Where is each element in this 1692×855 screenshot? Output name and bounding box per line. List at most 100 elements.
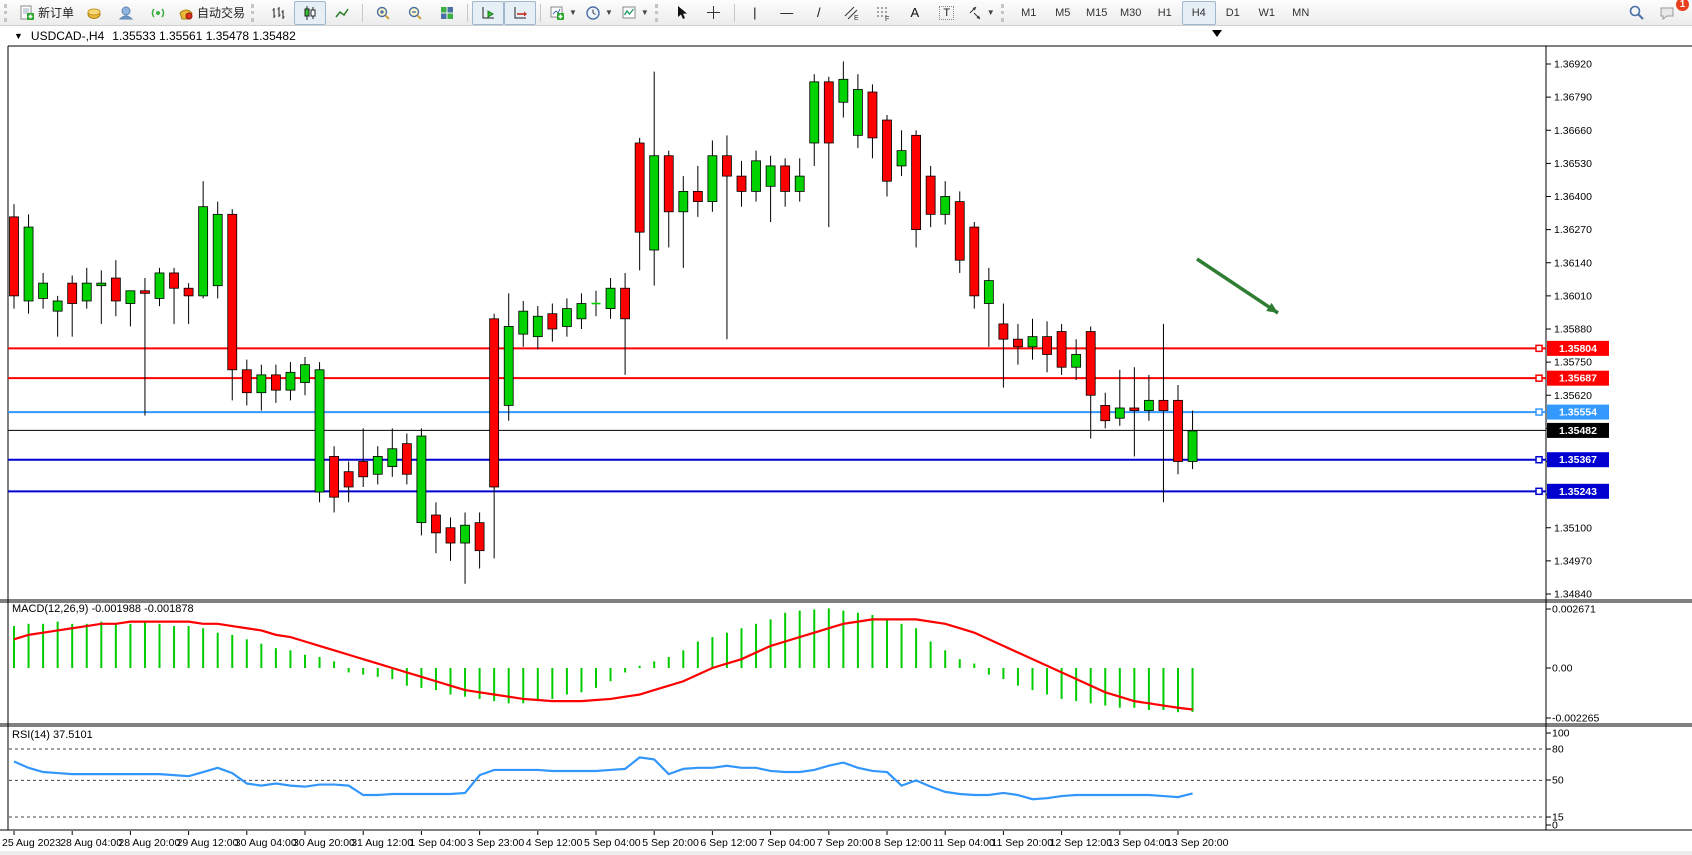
svg-text:1.35554: 1.35554 [1559,407,1597,419]
template-icon [621,5,637,21]
svg-text:1.34840: 1.34840 [1554,589,1592,601]
signals-icon [150,5,166,21]
svg-text:1.35687: 1.35687 [1559,373,1597,385]
candlestick-chart-button[interactable] [294,1,326,25]
chart-shift-button[interactable] [504,1,536,25]
toolbar-grip [655,4,663,22]
svg-text:31 Aug 12:00: 31 Aug 12:00 [351,837,413,849]
svg-text:5 Sep 20:00: 5 Sep 20:00 [642,837,699,849]
timeframe-m15[interactable]: M15 [1080,1,1114,25]
svg-text:50: 50 [1552,775,1564,787]
svg-text:1.36010: 1.36010 [1554,290,1592,302]
terminal-icon [118,5,134,21]
tile-windows-icon [439,5,455,21]
text-tool[interactable]: A [899,1,931,25]
chart-canvas[interactable]: 1.369201.367901.366601.365301.364001.362… [0,0,1692,855]
chevron-down-icon: ▼ [569,8,577,17]
auto-scroll-button[interactable] [472,1,504,25]
horizontal-line-icon: — [780,5,793,20]
cursor-button[interactable] [666,1,698,25]
text-label-tool[interactable]: T [931,1,963,25]
chart-title-bar[interactable]: ▼ USDCAD-,H4 1.35533 1.35561 1.35478 1.3… [14,29,296,43]
line-chart-icon [334,5,350,21]
timeframe-h1[interactable]: H1 [1148,1,1182,25]
timeframe-m1[interactable]: M1 [1012,1,1046,25]
toolbar-separator [362,4,363,22]
macd-indicator-label: MACD(12,26,9) -0.001988 -0.001878 [12,603,194,615]
chat-bubble-icon [1659,5,1677,21]
search-button[interactable] [1620,1,1652,25]
timeframe-w1[interactable]: W1 [1250,1,1284,25]
svg-text:1.35482: 1.35482 [1559,425,1597,437]
clock-icon [585,5,601,21]
svg-text:25 Aug 2023: 25 Aug 2023 [2,837,61,849]
svg-text:3 Sep 23:00: 3 Sep 23:00 [468,837,525,849]
line-chart-button[interactable] [326,1,358,25]
toolbar-grip [251,4,259,22]
svg-text:1.35880: 1.35880 [1554,324,1592,336]
crosshair-button[interactable] [698,1,730,25]
svg-text:28 Aug 20:00: 28 Aug 20:00 [118,837,180,849]
timeframe-m30[interactable]: M30 [1114,1,1148,25]
zoom-out-button[interactable] [399,1,431,25]
auto-scroll-icon [480,5,496,21]
candlestick-icon [302,5,318,21]
zoom-out-icon [407,5,423,21]
arrows-dropdown[interactable]: ▼ [963,1,999,25]
chart-shift-icon [512,5,528,21]
notifications-button[interactable]: 1 [1652,1,1684,25]
vertical-line-icon: | [753,5,756,20]
channel-tool[interactable]: E [835,1,867,25]
fibonacci-tool[interactable]: F [867,1,899,25]
svg-text:11 Sep 20:00: 11 Sep 20:00 [991,837,1053,849]
svg-text:30 Aug 20:00: 30 Aug 20:00 [293,837,355,849]
collapse-triangle-icon[interactable]: ▼ [14,31,23,41]
market-watch-button[interactable] [78,1,110,25]
terminal-button[interactable] [110,1,142,25]
auto-trading-button[interactable]: 自动交易 [174,1,249,25]
timeframe-d1[interactable]: D1 [1216,1,1250,25]
chart-background [0,26,1692,855]
svg-text:7 Sep 04:00: 7 Sep 04:00 [759,837,816,849]
svg-text:1.35367: 1.35367 [1559,454,1597,466]
svg-text:7 Sep 20:00: 7 Sep 20:00 [817,837,874,849]
svg-text:1.35243: 1.35243 [1559,486,1597,498]
period-dropdown[interactable]: ▼ [581,1,617,25]
vertical-line-tool[interactable]: | [739,1,771,25]
tile-windows-button[interactable] [431,1,463,25]
svg-text:6 Sep 12:00: 6 Sep 12:00 [700,837,757,849]
new-order-icon [19,5,35,21]
horizontal-line-tool[interactable]: — [771,1,803,25]
svg-text:E: E [854,15,859,21]
new-order-button[interactable]: 新订单 [15,1,78,25]
chart-symbol-title: USDCAD-,H4 [31,29,104,43]
trendline-tool[interactable]: / [803,1,835,25]
svg-text:13 Sep 20:00: 13 Sep 20:00 [1166,837,1229,849]
chart-ohlc-values: 1.35533 1.35561 1.35478 1.35482 [112,29,296,43]
svg-text:1.35804: 1.35804 [1559,343,1597,355]
search-icon [1628,4,1645,21]
template-dropdown[interactable]: ▼ [617,1,653,25]
rsi-indicator-label: RSI(14) 37.5101 [12,729,93,741]
svg-text:1.34970: 1.34970 [1554,555,1592,567]
svg-text:1.36660: 1.36660 [1554,125,1592,137]
timeframe-m5[interactable]: M5 [1046,1,1080,25]
zoom-in-button[interactable] [367,1,399,25]
toolbar-grip [1001,4,1009,22]
new-chart-dropdown[interactable]: ▼ [545,1,581,25]
toolbar-grip [4,4,12,22]
mt4-window: 1.369201.367901.366601.365301.364001.362… [0,0,1692,855]
trendline-icon: / [817,5,821,20]
svg-text:1.36790: 1.36790 [1554,92,1592,104]
timeframe-mn[interactable]: MN [1284,1,1318,25]
signals-button[interactable] [142,1,174,25]
auto-trading-icon [178,5,194,21]
bar-chart-button[interactable] [262,1,294,25]
channel-icon: E [843,5,859,21]
svg-text:5 Sep 04:00: 5 Sep 04:00 [584,837,641,849]
svg-text:12 Sep 12:00: 12 Sep 12:00 [1050,837,1113,849]
timeframe-h4[interactable]: H4 [1182,1,1216,25]
auto-trading-label: 自动交易 [197,4,245,21]
svg-text:28 Aug 04:00: 28 Aug 04:00 [60,837,122,849]
text-label-icon: T [939,6,954,20]
